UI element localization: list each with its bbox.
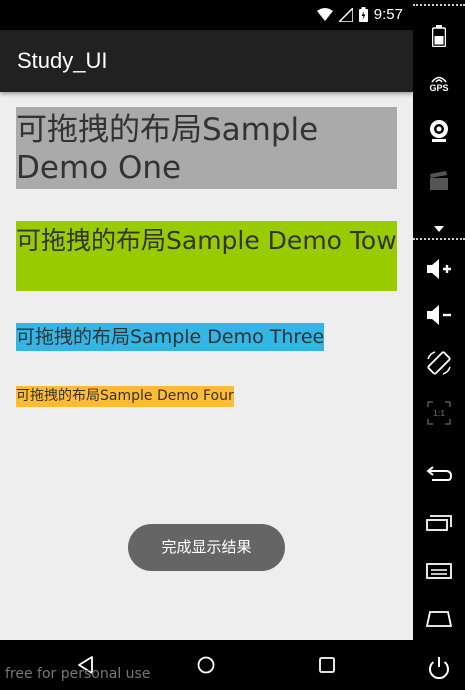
volume-up-icon[interactable] (413, 256, 465, 282)
signal-icon (338, 7, 353, 22)
navigation-bar (0, 640, 413, 690)
status-time: 9:57 (373, 6, 403, 23)
emulator-side-panel: GPS 1:1 (413, 0, 465, 690)
battery-control-icon[interactable] (413, 22, 465, 50)
draggable-item-two[interactable]: 可拖拽的布局Sample Demo Tow (16, 221, 397, 291)
scale-ratio-label: 1:1 (433, 408, 445, 418)
status-bar: 9:57 (0, 0, 413, 30)
gps-control-icon[interactable]: GPS (413, 70, 465, 96)
phone-screen: 9:57 Study_UI 可拖拽的布局Sample Demo One 可拖拽的… (0, 0, 413, 690)
toast-message: 完成显示结果 (128, 524, 285, 571)
wifi-icon (316, 7, 333, 21)
dropdown-arrow-icon[interactable] (413, 222, 465, 236)
app-bar: Study_UI (0, 30, 413, 92)
divider (413, 238, 465, 240)
status-icons: 9:57 (316, 6, 403, 23)
power-icon[interactable] (413, 654, 465, 682)
divider (413, 4, 465, 6)
gps-label: GPS (429, 83, 449, 93)
clapperboard-icon[interactable] (413, 168, 465, 194)
watermark-text: free for personal use (5, 666, 151, 682)
rotate-screen-icon[interactable] (413, 348, 465, 378)
side-menu-icon[interactable] (413, 558, 465, 584)
draggable-item-three[interactable]: 可拖拽的布局Sample Demo Three (16, 323, 325, 351)
side-recents-icon[interactable] (413, 606, 465, 632)
scale-ratio-icon[interactable]: 1:1 (413, 398, 465, 428)
recents-icon[interactable] (316, 654, 338, 676)
draggable-item-one[interactable]: 可拖拽的布局Sample Demo One (16, 107, 397, 189)
drag-layout-content: 可拖拽的布局Sample Demo One 可拖拽的布局Sample Demo … (0, 92, 413, 640)
battery-icon (358, 7, 368, 22)
app-title: Study_UI (17, 48, 108, 73)
draggable-item-four[interactable]: 可拖拽的布局Sample Demo Four (16, 386, 234, 407)
home-icon[interactable] (195, 654, 217, 676)
side-home-icon[interactable] (413, 510, 465, 536)
volume-down-icon[interactable] (413, 302, 465, 328)
side-back-icon[interactable] (413, 462, 465, 488)
camera-control-icon[interactable] (413, 116, 465, 146)
